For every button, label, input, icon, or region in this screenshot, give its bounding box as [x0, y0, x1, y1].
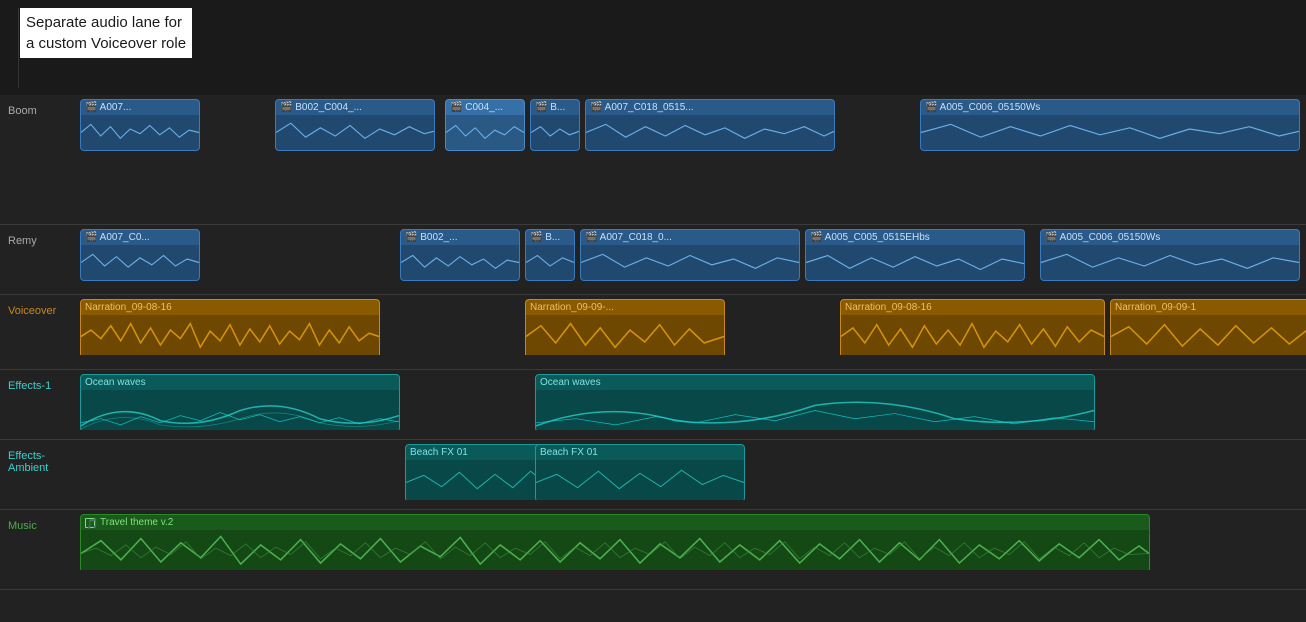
lane-music-label: Music — [0, 510, 80, 538]
lane-remy-label: Remy — [0, 225, 80, 253]
voiceover-clip-3[interactable]: Narration_09-08-16 — [840, 299, 1105, 355]
lane-voiceover: Voiceover Narration_09-08-16 Narration_0… — [0, 295, 1306, 370]
lane-voiceover-label: Voiceover — [0, 295, 80, 323]
lane-voiceover-content: Narration_09-08-16 Narration_09-09-... N… — [80, 295, 1306, 355]
remy-clip-b[interactable]: 🎬 B... — [525, 229, 575, 281]
voiceover-clip-4[interactable]: Narration_09-09-1 — [1110, 299, 1306, 355]
annotation-text: Separate audio lane for a custom Voiceov… — [20, 8, 192, 58]
lane-remy-content: 🎬 A007_C0... 🎬 B002_... 🎬 B... — [80, 225, 1306, 285]
lane-effects1-label: Effects-1 — [0, 370, 80, 398]
remy-clip-a007c018[interactable]: 🎬 A007_C018_0... — [580, 229, 800, 281]
music-clip-traveltheme[interactable]: 🎵 Travel theme v.2 — [80, 514, 1150, 570]
effects1-clip-oceanwaves-2[interactable]: Ocean waves — [535, 374, 1095, 430]
lane-effects-ambient: Effects-Ambient Beach FX 01 Beach FX 01 — [0, 440, 1306, 510]
lane-boom: Boom 🎬 A007... 🎬 B002_C004_... — [0, 95, 1306, 225]
lane-boom-content: 🎬 A007... 🎬 B002_C004_... 🎬 C004_... — [80, 95, 1306, 155]
lane-remy: Remy 🎬 A007_C0... 🎬 B002_... — [0, 225, 1306, 295]
boom-clip-a007c018[interactable]: 🎬 A007_C018_0515... — [585, 99, 835, 151]
music-icon: 🎵 — [85, 518, 95, 528]
voiceover-clip-2[interactable]: Narration_09-09-... — [525, 299, 725, 355]
lane-boom-label: Boom — [0, 95, 80, 123]
remy-clip-a005c006[interactable]: 🎬 A005_C006_05150Ws — [1040, 229, 1300, 281]
remy-clip-b002[interactable]: 🎬 B002_... — [400, 229, 520, 281]
annotation-line — [18, 8, 19, 88]
timeline: Boom 🎬 A007... 🎬 B002_C004_... — [0, 95, 1306, 622]
remy-clip-a007[interactable]: 🎬 A007_C0... — [80, 229, 200, 281]
lane-music: Music 🎵 Travel theme v.2 — [0, 510, 1306, 590]
lane-effects-ambient-content: Beach FX 01 Beach FX 01 — [80, 440, 1306, 500]
effects-ambient-clip-beachfx2[interactable]: Beach FX 01 — [535, 444, 745, 500]
boom-clip-b[interactable]: 🎬 B... — [530, 99, 580, 151]
boom-clip-a005c006[interactable]: 🎬 A005_C006_05150Ws — [920, 99, 1300, 151]
effects1-clip-oceanwaves-1[interactable]: Ocean waves — [80, 374, 400, 430]
lane-effects1: Effects-1 Ocean waves Ocean waves — [0, 370, 1306, 440]
lane-effects-ambient-label: Effects-Ambient — [0, 440, 80, 480]
lane-effects1-content: Ocean waves Ocean waves — [80, 370, 1306, 430]
lane-music-content: 🎵 Travel theme v.2 — [80, 510, 1306, 570]
voiceover-clip-1[interactable]: Narration_09-08-16 — [80, 299, 380, 355]
boom-clip-c004[interactable]: 🎬 C004_... — [445, 99, 525, 151]
boom-clip-a007[interactable]: 🎬 A007... — [80, 99, 200, 151]
remy-clip-a005c005[interactable]: 🎬 A005_C005_0515EHbs — [805, 229, 1025, 281]
boom-clip-b002c004[interactable]: 🎬 B002_C004_... — [275, 99, 435, 151]
